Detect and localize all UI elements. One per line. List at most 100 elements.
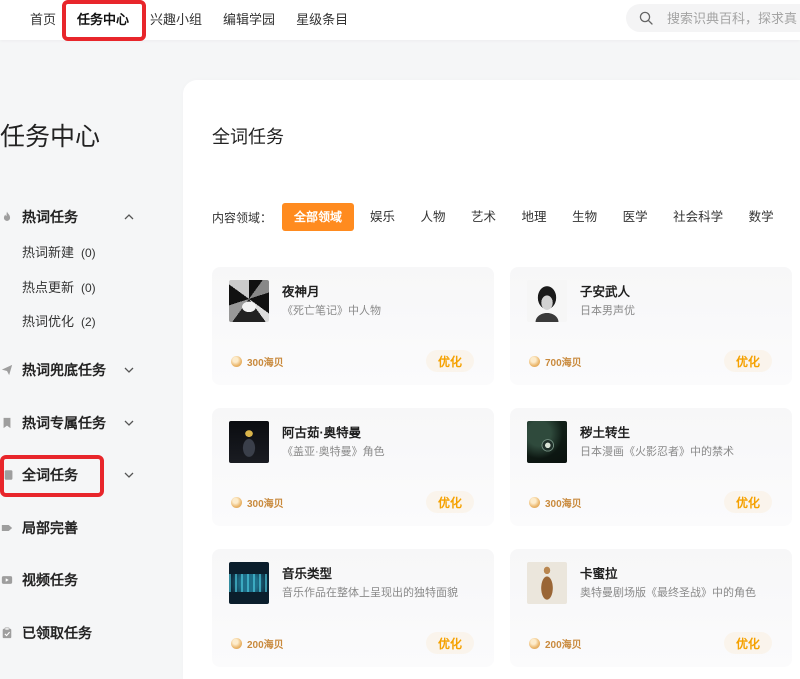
filter-option-people[interactable]: 人物	[421, 203, 446, 231]
chevron-up-icon[interactable]	[123, 211, 135, 223]
card-description: 《死亡笔记》中人物	[282, 305, 381, 317]
filter-label: 内容领域：	[212, 210, 273, 225]
nav-interest-groups[interactable]: 兴趣小组	[150, 9, 202, 28]
tag-icon	[1, 525, 13, 531]
sidebar-item-label: 热词兜底任务	[22, 362, 106, 378]
reward-amount: 300海贝	[247, 357, 284, 369]
entry-thumbnail	[229, 421, 269, 463]
filter-option-biology[interactable]: 生物	[572, 203, 597, 231]
task-count: (2)	[81, 315, 96, 329]
reward-amount: 300海贝	[247, 498, 284, 510]
filter-option-all[interactable]: 全部领域	[282, 203, 354, 231]
card-title: 卡蜜拉	[580, 567, 618, 581]
card-title: 夜神月	[282, 285, 320, 299]
card-title: 阿古茹·奥特曼	[282, 426, 362, 440]
chevron-down-icon[interactable]	[123, 417, 135, 429]
nav-star-entries[interactable]: 星级条目	[296, 9, 348, 28]
card-description: 音乐作品在整体上呈现出的独特面貌	[282, 587, 458, 599]
bookmark-icon	[3, 417, 11, 429]
sidebar-item-fallback-tasks[interactable]: 热词兜底任务	[0, 355, 140, 385]
reward-amount: 200海贝	[247, 639, 284, 651]
sidebar-item-label: 已领取任务	[22, 625, 92, 641]
task-card[interactable]: 音乐类型 音乐作品在整体上呈现出的独特面貌 200海贝 优化	[212, 549, 494, 667]
task-card[interactable]: 夜神月 《死亡笔记》中人物 300海贝 优化	[212, 267, 494, 385]
sidebar-title: 任务中心	[0, 123, 101, 151]
optimize-button[interactable]: 优化	[724, 491, 772, 513]
paper-plane-icon	[1, 364, 13, 376]
card-title: 音乐类型	[282, 567, 333, 581]
coin-icon	[529, 637, 540, 649]
sidebar-item-claimed-tasks[interactable]: 已领取任务	[0, 618, 140, 648]
entry-thumbnail	[527, 562, 567, 604]
page-title: 全词任务	[212, 127, 284, 147]
reward: 200海贝	[529, 636, 582, 651]
clipboard-icon	[2, 627, 12, 639]
entry-thumbnail	[229, 562, 269, 604]
entry-thumbnail	[527, 421, 567, 463]
filter-option-entertainment[interactable]: 娱乐	[370, 203, 395, 231]
entry-thumbnail	[229, 280, 269, 322]
sidebar-item-label: 全词任务	[22, 467, 78, 483]
card-title: 子安武人	[580, 285, 631, 299]
sidebar-item-partial-improve[interactable]: 局部完善	[0, 513, 140, 543]
domain-filter: 内容领域： 全部领域 娱乐 人物 艺术 地理 生物 医学 社会科学 数学	[212, 203, 774, 231]
reward: 200海贝	[231, 636, 284, 651]
card-title: 秽土转生	[580, 426, 631, 440]
search-box[interactable]	[626, 4, 800, 32]
optimize-button[interactable]: 优化	[426, 350, 474, 372]
chevron-down-icon[interactable]	[123, 364, 135, 376]
chevron-down-icon[interactable]	[123, 469, 135, 481]
optimize-button[interactable]: 优化	[426, 632, 474, 654]
card-description: 奥特曼剧场版《最终圣战》中的角色	[580, 587, 756, 599]
video-icon	[1, 576, 13, 584]
card-description: 《盖亚·奥特曼》角色	[282, 446, 385, 458]
main-panel: 全词任务 内容领域： 全部领域 娱乐 人物 艺术 地理 生物 医学 社会科学 数…	[183, 80, 800, 679]
reward: 300海贝	[529, 495, 582, 510]
coin-icon	[529, 496, 540, 508]
sidebar-item-label: 局部完善	[22, 520, 78, 536]
sidebar-subitem-hotspot-update[interactable]: 热点更新 (0)	[22, 279, 96, 297]
filter-option-art[interactable]: 艺术	[471, 203, 496, 231]
nav-editor-academy[interactable]: 编辑学园	[223, 9, 275, 28]
nav-task-center[interactable]: 任务中心	[77, 9, 129, 28]
sidebar-item-video-tasks[interactable]: 视频任务	[0, 565, 140, 595]
task-card[interactable]: 卡蜜拉 奥特曼剧场版《最终圣战》中的角色 200海贝 优化	[510, 549, 792, 667]
document-icon	[4, 470, 13, 480]
search-icon	[639, 11, 653, 25]
filter-option-math[interactable]: 数学	[749, 203, 774, 231]
search-input[interactable]	[667, 10, 800, 26]
reward: 700海贝	[529, 354, 582, 369]
sidebar-subitem-hot-word-new[interactable]: 热词新建 (0)	[22, 244, 96, 262]
task-card[interactable]: 秽土转生 日本漫画《火影忍者》中的禁术 300海贝 优化	[510, 408, 792, 526]
task-card[interactable]: 阿古茹·奥特曼 《盖亚·奥特曼》角色 300海贝 优化	[212, 408, 494, 526]
filter-option-medicine[interactable]: 医学	[623, 203, 648, 231]
sidebar-item-hot-word-tasks[interactable]: 热词任务	[0, 202, 140, 232]
sidebar-item-all-word-tasks[interactable]: 全词任务	[0, 460, 140, 490]
sidebar-subitem-label: 热点更新	[22, 280, 75, 295]
filter-option-social-science[interactable]: 社会科学	[673, 203, 723, 231]
filter-option-geography[interactable]: 地理	[522, 203, 547, 231]
main-nav: 首页 任务中心 兴趣小组 编辑学园 星级条目	[30, 0, 348, 36]
sidebar: 任务中心 热词任务 热词新建 (0) 热点更新 (0) 热词优化 (2) 热词兜底任务…	[0, 40, 183, 679]
optimize-button[interactable]: 优化	[426, 491, 474, 513]
sidebar-item-exclusive-tasks[interactable]: 热词专属任务	[0, 408, 140, 438]
task-count: (0)	[81, 281, 96, 295]
sidebar-subitem-label: 热词优化	[22, 314, 75, 329]
fire-icon	[3, 211, 11, 221]
reward: 300海贝	[231, 495, 284, 510]
coin-icon	[231, 637, 242, 649]
entry-thumbnail	[527, 280, 567, 322]
nav-home[interactable]: 首页	[30, 9, 56, 28]
reward-amount: 200海贝	[545, 639, 582, 651]
sidebar-item-label: 热词专属任务	[22, 415, 106, 431]
task-card[interactable]: 子安武人 日本男声优 700海贝 优化	[510, 267, 792, 385]
coin-icon	[231, 496, 242, 508]
optimize-button[interactable]: 优化	[724, 632, 772, 654]
card-description: 日本男声优	[580, 305, 635, 317]
task-count: (0)	[81, 246, 96, 260]
sidebar-item-label: 热词任务	[22, 209, 78, 225]
sidebar-subitem-hot-word-optimize[interactable]: 热词优化 (2)	[22, 313, 96, 331]
top-navigation-bar: 首页 任务中心 兴趣小组 编辑学园 星级条目	[0, 0, 800, 40]
card-description: 日本漫画《火影忍者》中的禁术	[580, 446, 734, 458]
optimize-button[interactable]: 优化	[724, 350, 772, 372]
